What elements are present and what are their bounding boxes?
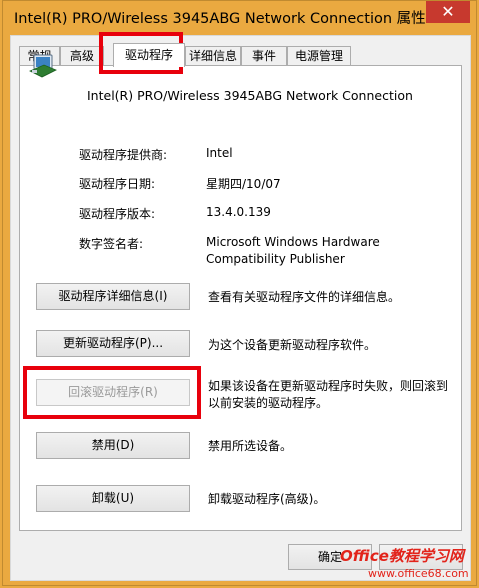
close-icon: ✕ bbox=[441, 2, 455, 21]
tab-events[interactable]: 事件 bbox=[241, 46, 287, 65]
uninstall-driver-desc: 卸载驱动程序(高级)。 bbox=[208, 492, 326, 506]
provider-value: Intel bbox=[206, 146, 233, 160]
provider-label: 驱动程序提供商: bbox=[79, 148, 168, 162]
tab-label: 详细信息 bbox=[188, 49, 237, 63]
tab-label: 事件 bbox=[251, 49, 276, 63]
tab-label: 电源管理 bbox=[294, 49, 343, 63]
version-value: 13.4.0.139 bbox=[206, 205, 271, 219]
tab-details[interactable]: 详细信息 bbox=[185, 46, 241, 65]
tab-advanced[interactable]: 高级 bbox=[60, 46, 104, 65]
uninstall-driver-button[interactable]: 卸载(U) bbox=[36, 485, 190, 512]
update-driver-button[interactable]: 更新驱动程序(P)... bbox=[36, 330, 190, 357]
watermark-title: Office教程学习网 bbox=[340, 547, 464, 565]
disable-device-desc: 禁用所选设备。 bbox=[208, 439, 293, 453]
network-adapter-icon bbox=[29, 54, 57, 78]
version-label: 驱动程序版本: bbox=[79, 207, 156, 221]
site-watermark: Office教程学习网 www.office68.com bbox=[332, 545, 478, 587]
signer-value-line1: Microsoft Windows Hardware bbox=[206, 235, 380, 249]
signer-label: 数字签名者: bbox=[79, 237, 144, 251]
driver-details-button[interactable]: 驱动程序详细信息(I) bbox=[36, 283, 190, 310]
rollback-driver-desc-line1: 如果该设备在更新驱动程序时失败，则回滚到 bbox=[208, 379, 449, 393]
date-value: 星期四/10/07 bbox=[206, 177, 281, 191]
properties-dialog: Intel(R) PRO/Wireless 3945ABG Network Co… bbox=[2, 0, 477, 586]
window-title: Intel(R) PRO/Wireless 3945ABG Network Co… bbox=[14, 11, 426, 27]
rollback-driver-desc-line2: 以前安装的驱动程序。 bbox=[208, 396, 329, 410]
disable-device-button[interactable]: 禁用(D) bbox=[36, 432, 190, 459]
device-name: Intel(R) PRO/Wireless 3945ABG Network Co… bbox=[87, 88, 413, 103]
signer-value-line2: Compatibility Publisher bbox=[206, 252, 345, 266]
driver-details-desc: 查看有关驱动程序文件的详细信息。 bbox=[208, 290, 401, 304]
watermark-url: www.office68.com bbox=[368, 567, 469, 580]
tab-driver[interactable]: 驱动程序 bbox=[113, 43, 185, 67]
tab-label: 高级 bbox=[69, 49, 94, 63]
date-label: 驱动程序日期: bbox=[79, 177, 156, 191]
close-button[interactable]: ✕ bbox=[426, 1, 470, 23]
rollback-driver-button[interactable]: 回滚驱动程序(R) bbox=[36, 379, 190, 406]
title-bar[interactable]: Intel(R) PRO/Wireless 3945ABG Network Co… bbox=[3, 1, 476, 35]
tab-label: 驱动程序 bbox=[124, 48, 173, 62]
tab-power-management[interactable]: 电源管理 bbox=[287, 46, 351, 65]
update-driver-desc: 为这个设备更新驱动程序软件。 bbox=[208, 338, 377, 352]
